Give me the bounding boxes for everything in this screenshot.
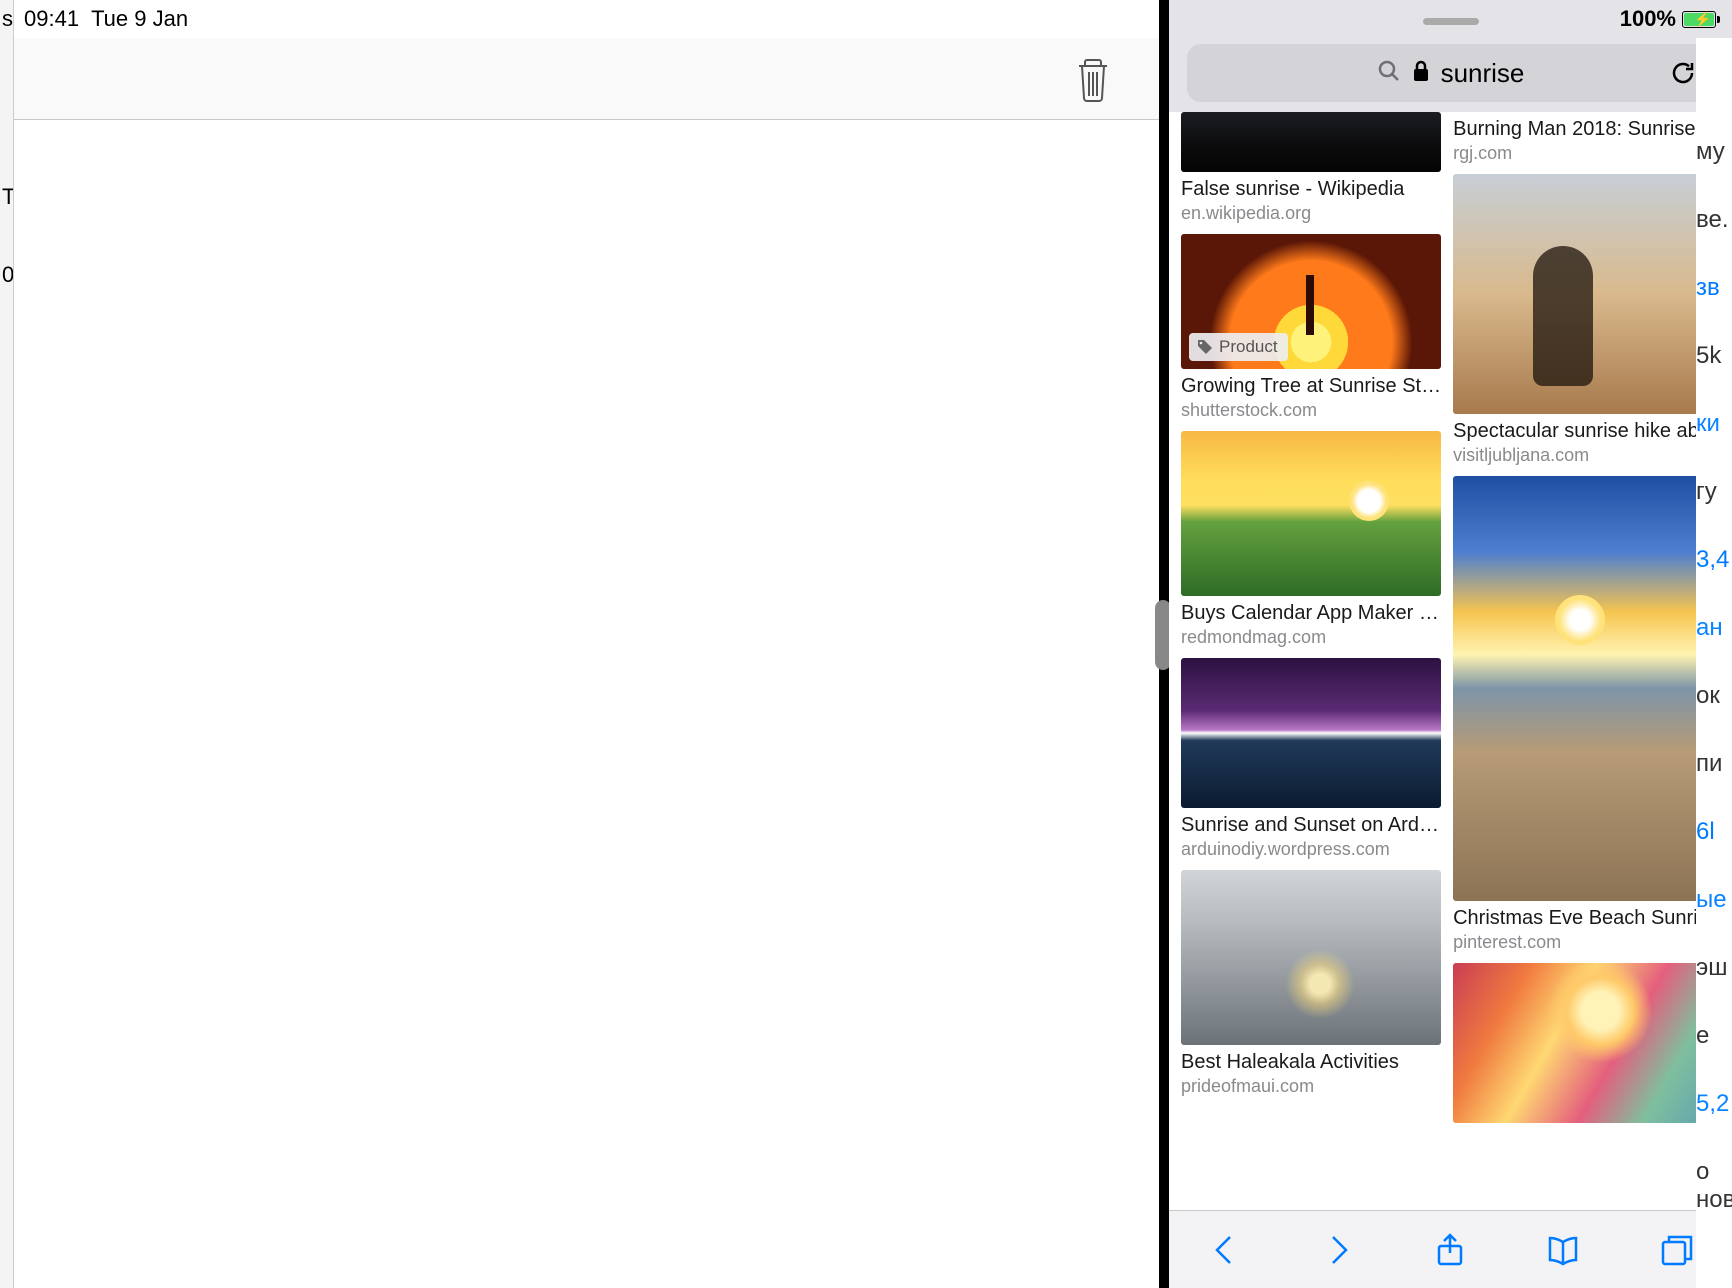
image-result[interactable]: Best Haleakala Activitiesprideofmaui.com [1181,870,1441,1097]
result-thumbnail[interactable] [1181,870,1441,1045]
image-result[interactable]: False sunrise - Wikipediaen.wikipedia.or… [1181,112,1441,224]
result-thumbnail[interactable] [1181,431,1441,596]
tag-icon [1197,339,1213,355]
result-thumbnail[interactable] [1453,476,1721,901]
chevron-right-icon [1320,1232,1356,1268]
result-source: visitljubljana.com [1453,445,1721,466]
result-title: Christmas Eve Beach Sunri… [1453,907,1721,930]
trash-icon [1073,56,1113,104]
right-edge-sliver: муве.зв5kкигу3,4анокпи6lыeэше5,2о нови [1696,38,1732,1288]
safari-pane: sunrise False sunrise - Wikipediaen.wiki… [1169,0,1732,1288]
ipad-split-view: 09:41 Tue 9 Jan 100% ⚡ s T 0 [0,0,1732,1288]
result-title: Buys Calendar App Maker … [1181,602,1441,625]
result-source: pinterest.com [1453,932,1721,953]
tabs-button[interactable] [1653,1227,1699,1273]
battery-percent: 100% [1620,6,1676,32]
delete-note-button[interactable] [1073,56,1113,104]
image-results[interactable]: False sunrise - Wikipediaen.wikipedia.or… [1169,112,1732,1210]
result-title: Best Haleakala Activities [1181,1051,1441,1074]
left-edge-sliver: s T 0 [0,0,14,1288]
back-button[interactable] [1202,1227,1248,1273]
result-source: prideofmaui.com [1181,1076,1441,1097]
result-thumbnail[interactable] [1181,658,1441,808]
image-result[interactable]: Sunrise and Sunset on Ard…arduinodiy.wor… [1181,658,1441,860]
result-source: en.wikipedia.org [1181,203,1441,224]
result-source: shutterstock.com [1181,400,1441,421]
result-title: Sunrise and Sunset on Ard… [1181,814,1441,837]
result-source: arduinodiy.wordpress.com [1181,839,1441,860]
result-source: rgj.com [1453,143,1721,164]
result-thumbnail[interactable] [1181,112,1441,172]
result-thumbnail[interactable] [1453,963,1721,1123]
image-result[interactable]: Burning Man 2018: Sunrise …rgj.com [1453,112,1721,164]
product-badge: Product [1189,333,1288,361]
status-bar: 09:41 Tue 9 Jan 100% ⚡ [0,0,1732,38]
result-title: Burning Man 2018: Sunrise … [1453,118,1721,141]
safari-toolbar [1169,1210,1732,1288]
image-result[interactable] [1453,963,1721,1123]
status-date: Tue 9 Jan [91,6,188,32]
chevron-left-icon [1207,1232,1243,1268]
url-bar[interactable]: sunrise [1187,44,1714,102]
image-result[interactable]: Spectacular sunrise hike ab…visitljublja… [1453,174,1721,466]
bookmarks-button[interactable] [1540,1227,1586,1273]
notes-toolbar [14,38,1159,120]
book-icon [1545,1232,1581,1268]
status-time: 09:41 [24,6,79,32]
tabs-icon [1658,1232,1694,1268]
note-body[interactable] [14,120,1159,1288]
lock-icon [1411,59,1431,88]
image-result[interactable]: Christmas Eve Beach Sunri…pinterest.com [1453,476,1721,953]
split-view-divider[interactable] [1159,0,1169,1288]
result-title: Growing Tree at Sunrise St… [1181,375,1441,398]
result-thumbnail[interactable]: Product [1181,234,1441,369]
result-source: redmondmag.com [1181,627,1441,648]
reload-icon [1668,58,1698,88]
share-icon [1432,1232,1468,1268]
notes-app-pane [14,0,1159,1288]
result-title: False sunrise - Wikipedia [1181,178,1441,201]
search-icon [1377,59,1401,88]
image-result[interactable]: Product Growing Tree at Sunrise St…shutte… [1181,234,1441,421]
reload-button[interactable] [1668,58,1698,93]
forward-button[interactable] [1315,1227,1361,1273]
url-text: sunrise [1441,58,1525,89]
result-thumbnail[interactable] [1453,174,1721,414]
image-result[interactable]: Buys Calendar App Maker …redmondmag.com [1181,431,1441,648]
result-title: Spectacular sunrise hike ab… [1453,420,1721,443]
battery-icon: ⚡ [1682,11,1716,28]
share-button[interactable] [1427,1227,1473,1273]
